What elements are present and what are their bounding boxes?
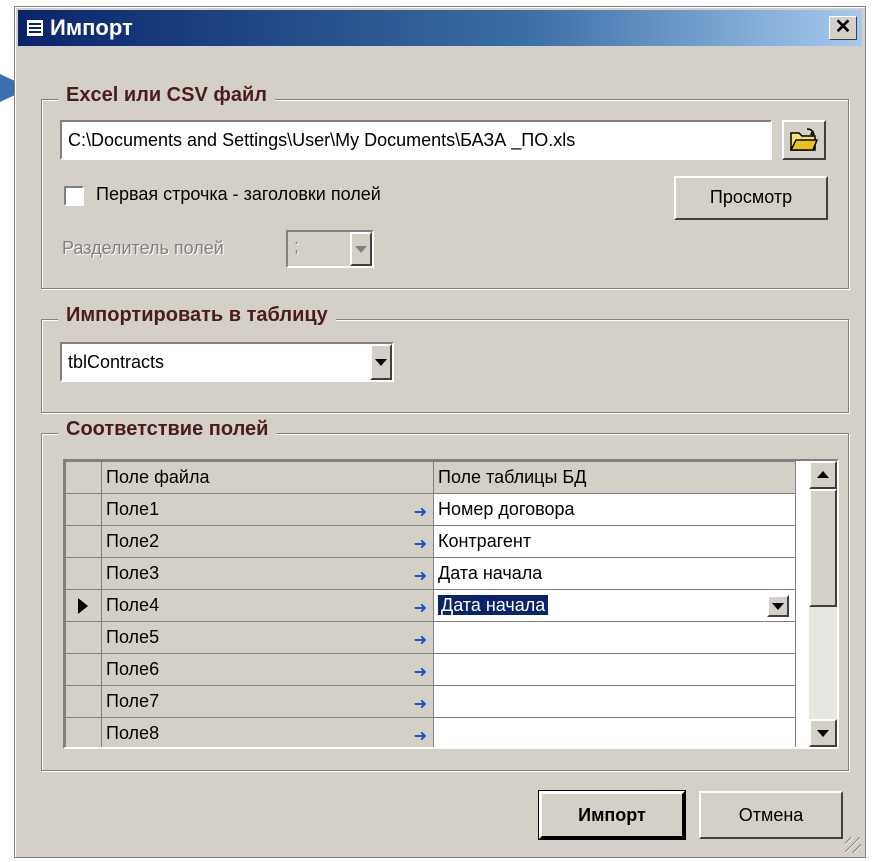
file-field-cell: Поле2: [106, 531, 160, 551]
window-title: Импорт: [50, 15, 133, 40]
chevron-down-icon[interactable]: [370, 344, 392, 380]
table-icon: [26, 19, 44, 37]
grid-header-row: Поле файла Поле таблицы БД: [65, 461, 796, 494]
chevron-down-icon[interactable]: [767, 595, 789, 617]
row-selector[interactable]: [65, 493, 102, 526]
import-button[interactable]: Импорт: [538, 790, 686, 840]
field-mapping-grid: Поле файла Поле таблицы БД Поле1 ➜ Номер …: [63, 459, 839, 749]
table-row[interactable]: Поле6 ➜: [65, 653, 796, 686]
table-row[interactable]: Поле3 ➜ Дата начала: [65, 557, 796, 590]
table-row-current[interactable]: Поле4 ➜ Дата начала: [65, 589, 796, 622]
arrow-right-icon: ➜: [413, 728, 427, 745]
arrow-right-icon: ➜: [413, 632, 427, 649]
separator-value: ;: [294, 236, 300, 256]
file-path-input[interactable]: C:\Documents and Settings\User\My Docume…: [60, 120, 772, 160]
vertical-scrollbar[interactable]: [809, 461, 837, 747]
title-bar[interactable]: Импорт ✕: [18, 10, 862, 46]
db-field-cell[interactable]: Контрагент: [438, 531, 531, 551]
arrow-right-icon: ➜: [413, 600, 427, 617]
current-row-pointer-icon: [78, 598, 88, 614]
row-selector[interactable]: [65, 589, 102, 622]
arrow-right-icon: ➜: [413, 664, 427, 681]
source-file-legend: Excel или CSV файл: [58, 84, 275, 107]
arrow-right-icon: ➜: [413, 504, 427, 521]
file-field-cell: Поле3: [106, 563, 160, 583]
chevron-down-icon[interactable]: [350, 232, 372, 266]
open-folder-icon: [789, 128, 819, 151]
cancel-button[interactable]: Отмена: [699, 791, 843, 839]
scroll-up-button[interactable]: [809, 461, 837, 489]
target-table-legend: Импортировать в таблицу: [58, 304, 336, 327]
table-select[interactable]: tblContracts: [60, 342, 394, 382]
file-field-cell: Поле4: [106, 595, 160, 615]
row-selector[interactable]: [65, 717, 102, 747]
table-row[interactable]: Поле8 ➜: [65, 717, 796, 747]
separator-label: Разделитель полей: [62, 238, 224, 258]
mapping-table: Поле файла Поле таблицы БД Поле1 ➜ Номер …: [65, 461, 796, 747]
row-selector[interactable]: [65, 525, 102, 558]
resize-grip-icon[interactable]: [845, 837, 861, 853]
arrow-right-icon: ➜: [413, 568, 427, 585]
table-row[interactable]: Поле5 ➜: [65, 621, 796, 654]
file-field-cell: Поле6: [106, 659, 160, 679]
arrow-right-icon: ➜: [413, 696, 427, 713]
first-row-headers-checkbox[interactable]: [64, 186, 84, 206]
table-row[interactable]: Поле1 ➜ Номер договора: [65, 493, 796, 526]
arrow-right-icon: ➜: [413, 536, 427, 553]
target-table-group: Импортировать в таблицу tblContracts: [41, 304, 849, 413]
column-header-file-field[interactable]: Поле файла: [101, 461, 434, 494]
row-selector[interactable]: [65, 621, 102, 654]
table-select-value: tblContracts: [68, 352, 165, 372]
file-field-cell: Поле1: [106, 499, 160, 519]
db-field-editor[interactable]: Дата начала: [438, 595, 549, 615]
source-file-group: Excel или CSV файл C:\Documents and Sett…: [41, 84, 849, 289]
table-row[interactable]: Поле7 ➜: [65, 685, 796, 718]
field-mapping-legend: Соответствие полей: [58, 418, 277, 441]
first-row-headers-label: Первая строчка - заголовки полей: [96, 184, 381, 204]
column-header-db-field[interactable]: Поле таблицы БД: [433, 461, 796, 494]
file-field-cell: Поле7: [106, 691, 160, 711]
browse-folder-button[interactable]: [782, 120, 826, 160]
db-field-cell[interactable]: Номер договора: [438, 499, 575, 519]
scroll-down-button[interactable]: [809, 719, 837, 747]
close-button[interactable]: ✕: [829, 16, 857, 40]
row-header-corner: [65, 461, 102, 494]
row-selector[interactable]: [65, 653, 102, 686]
table-row[interactable]: Поле2 ➜ Контрагент: [65, 525, 796, 558]
import-dialog: Импорт ✕ Excel или CSV файл C:\Documents…: [14, 6, 866, 858]
file-field-cell: Поле5: [106, 627, 160, 647]
file-field-cell: Поле8: [106, 723, 160, 743]
row-selector[interactable]: [65, 557, 102, 590]
preview-button[interactable]: Просмотр: [674, 176, 828, 220]
scroll-thumb[interactable]: [809, 489, 837, 607]
separator-select[interactable]: ;: [286, 230, 374, 268]
row-selector[interactable]: [65, 685, 102, 718]
db-field-cell[interactable]: Дата начала: [438, 563, 542, 583]
